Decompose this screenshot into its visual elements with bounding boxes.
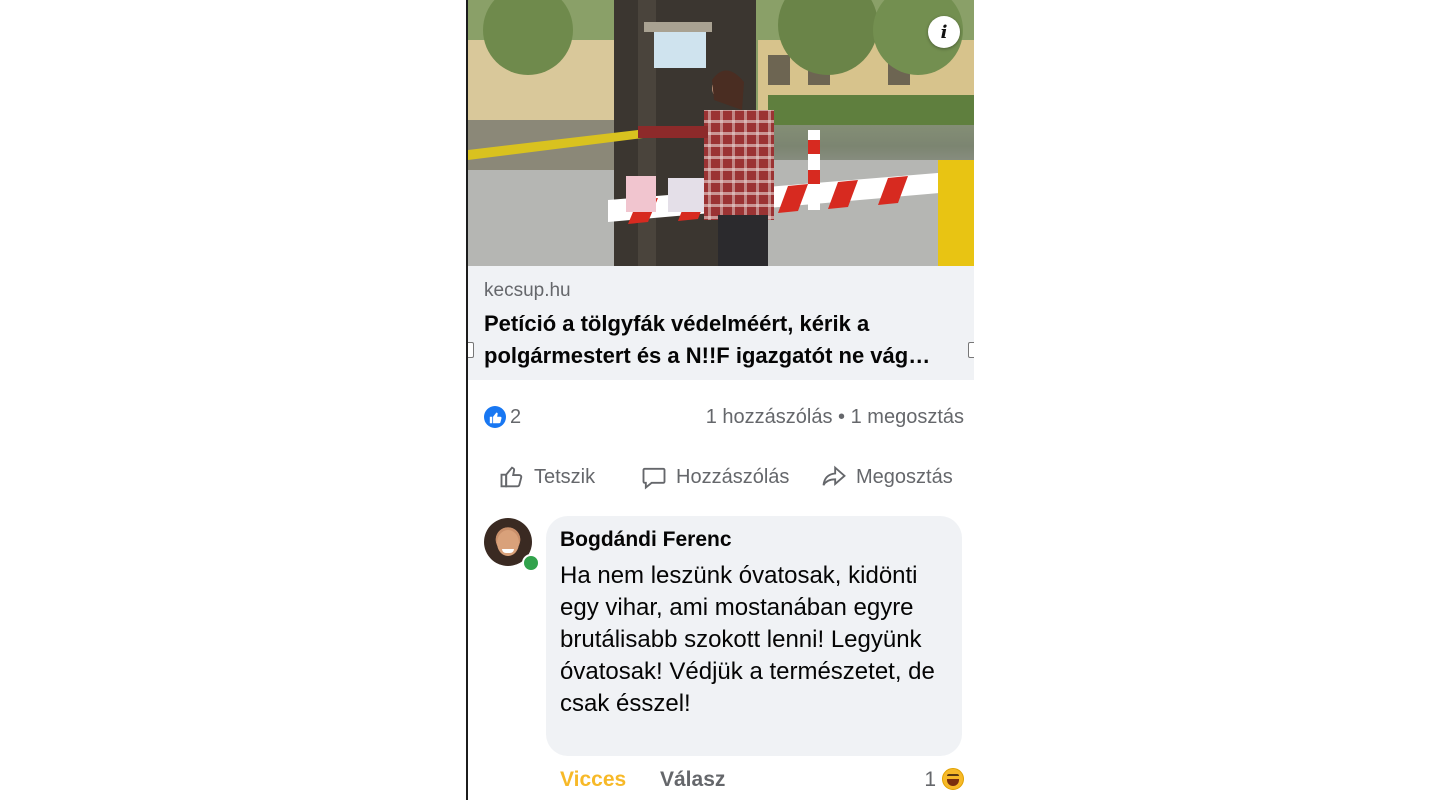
share-button-label: Megosztás <box>856 465 953 488</box>
thumbs-up-outline-icon <box>500 466 523 488</box>
haha-emoji-icon <box>942 768 964 790</box>
link-preview-card[interactable]: kecsup.hu Petíció a tölgyfák védelméért,… <box>468 266 974 380</box>
post-screen: i kecsup.hu Petíció a tölgyfák védelméér… <box>466 0 974 800</box>
left-edge-marker <box>468 342 474 358</box>
post-link-image[interactable]: i <box>468 0 974 266</box>
like-button[interactable]: Tetszik <box>498 460 595 494</box>
info-icon[interactable]: i <box>928 16 960 48</box>
right-edge-marker <box>968 342 974 358</box>
reaction-button[interactable]: Vicces <box>560 768 626 792</box>
share-button[interactable]: Megosztás <box>820 460 953 494</box>
online-status-icon <box>522 554 540 572</box>
like-button-label: Tetszik <box>534 465 596 488</box>
link-title: Petíció a tölgyfák védelméért, kérik a p… <box>484 311 931 368</box>
oak-tree-photo <box>468 0 974 266</box>
comment-button[interactable]: Hozzászólás <box>640 460 789 494</box>
like-count: 2 <box>510 406 522 428</box>
comment-text: Ha nem leszünk óvatosak, kidönti egy vih… <box>560 562 935 717</box>
avatar[interactable] <box>484 518 540 572</box>
comment-bubble[interactable]: Bogdándi Ferenc Ha nem leszünk óvatosak,… <box>546 516 962 756</box>
comment-author[interactable]: Bogdándi Ferenc <box>560 528 732 552</box>
link-domain: kecsup.hu <box>484 280 571 301</box>
reply-button[interactable]: Válasz <box>660 768 725 792</box>
comments-shares-count[interactable]: 1 hozzászólás • 1 megosztás <box>706 406 964 429</box>
speech-bubble-icon <box>642 467 666 490</box>
comment-footer: Vicces Válasz 1 <box>560 766 964 796</box>
share-arrow-icon <box>822 465 846 487</box>
thumbs-up-icon <box>484 406 506 428</box>
reactions-summary[interactable]: 2 1 hozzászólás • 1 megosztás <box>484 404 964 432</box>
comment-reaction-count[interactable]: 1 <box>924 768 936 792</box>
comment-button-label: Hozzászólás <box>676 465 790 488</box>
post-actions-bar: Tetszik Hozzászólás Megosztás <box>498 460 968 494</box>
